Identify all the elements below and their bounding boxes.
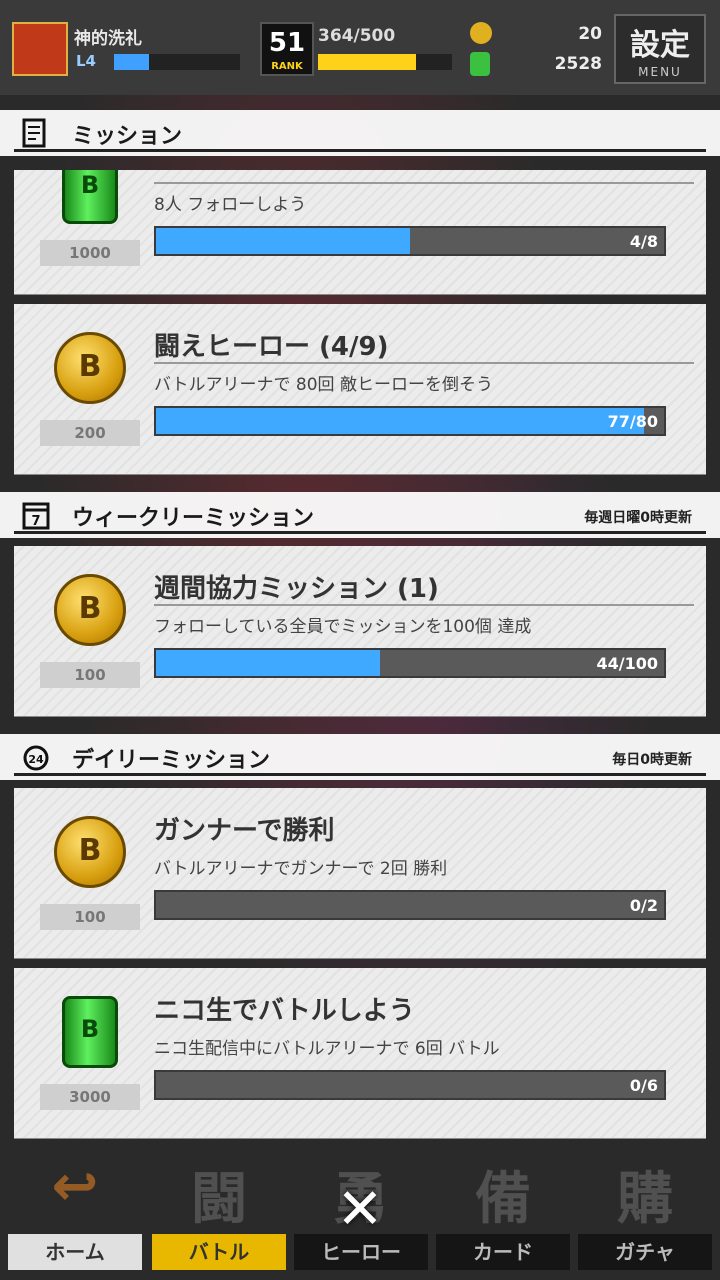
can-icon — [470, 52, 490, 76]
title-underline — [154, 604, 694, 606]
svg-text:24: 24 — [28, 753, 44, 766]
menu-kanji: 設定 — [630, 28, 690, 63]
status-bar: 神的洗礼 L4 51 RANK 364/500 20 2528 設定 MENU — [0, 0, 720, 95]
coin-icon: B — [54, 574, 126, 646]
progress-text: 0/2 — [629, 896, 658, 915]
missions-header: ミッション — [0, 110, 720, 156]
coin-icon: B — [54, 816, 126, 888]
mission-title: 週間協力ミッション (1) — [154, 574, 439, 604]
home-icon: ↩ — [51, 1154, 99, 1219]
daily-title: デイリーミッション — [72, 748, 271, 773]
rank-badge: 51 RANK — [260, 22, 314, 76]
mission-list[interactable]: B 1000 8人 フォローしよう 4/8 B 200 闘えヒーロー (4/9)… — [0, 170, 720, 1140]
stamina-text: 364/500 — [318, 26, 396, 46]
mission-description: フォローしている全員でミッションを100個 達成 — [154, 617, 532, 637]
progress-bar: 77/80 — [154, 406, 666, 436]
progress-bar: 4/8 — [154, 226, 666, 256]
document-icon — [22, 118, 46, 148]
mission-title: ニコ生でバトルしよう — [154, 996, 415, 1026]
reward-amount: 1000 — [40, 240, 140, 266]
mission-description: バトルアリーナで 80回 敵ヒーローを倒そう — [154, 375, 493, 395]
can-icon: B — [54, 170, 126, 224]
exp-bar — [114, 54, 240, 70]
rank-label: RANK — [271, 61, 303, 72]
player-level: L4 — [76, 52, 96, 70]
weekly-title: ウィークリーミッション — [72, 506, 315, 531]
mission-card[interactable]: B 100 週間協力ミッション (1) フォローしている全員でミッションを100… — [14, 546, 706, 716]
player-name: 神的洗礼 — [74, 29, 142, 49]
coin-icon — [470, 22, 492, 44]
avatar[interactable] — [12, 22, 68, 76]
divider — [14, 773, 706, 776]
coin-count: 20 — [578, 24, 602, 44]
mission-card[interactable]: B 200 闘えヒーロー (4/9) バトルアリーナで 80回 敵ヒーローを倒そ… — [14, 304, 706, 474]
mission-description: バトルアリーナでガンナーで 2回 勝利 — [154, 859, 448, 879]
svg-text:7: 7 — [31, 514, 40, 529]
mission-description: 8人 フォローしよう — [154, 195, 307, 215]
reward-amount: 200 — [40, 420, 140, 446]
rank-number: 51 — [268, 28, 306, 58]
nav-gacha[interactable]: 購 ガチャ — [574, 1148, 716, 1274]
progress-bar: 44/100 — [154, 648, 666, 678]
daily-reset-note: 毎日0時更新 — [612, 752, 692, 768]
progress-text: 77/80 — [607, 412, 658, 431]
progress-text: 44/100 — [596, 654, 658, 673]
mission-card[interactable]: B 100 ガンナーで勝利 バトルアリーナでガンナーで 2回 勝利 0/2 — [14, 788, 706, 958]
progress-fill — [156, 228, 410, 254]
calendar-icon: 7 — [22, 502, 50, 530]
title-underline — [154, 182, 694, 184]
nav-label: ガチャ — [578, 1234, 712, 1270]
progress-text: 4/8 — [629, 232, 658, 251]
daily-header: 24 デイリーミッション 毎日0時更新 — [0, 734, 720, 780]
reward-amount: 100 — [40, 904, 140, 930]
mission-card[interactable]: B 3000 ニコ生でバトルしよう ニコ生配信中にバトルアリーナで 6回 バトル… — [14, 968, 706, 1138]
missions-title: ミッション — [72, 124, 183, 149]
coin-icon: B — [54, 332, 126, 404]
progress-fill — [156, 408, 644, 434]
menu-label: MENU — [638, 65, 682, 79]
mission-card[interactable]: B 1000 8人 フォローしよう 4/8 — [14, 170, 706, 294]
gacha-icon: 購 — [617, 1167, 673, 1232]
weekly-header: 7 ウィークリーミッション 毎週日曜0時更新 — [0, 492, 720, 538]
progress-text: 0/6 — [629, 1076, 658, 1095]
nav-label: バトル — [152, 1234, 286, 1270]
mission-title: 闘えヒーロー (4/9) — [154, 332, 389, 362]
title-underline — [154, 362, 694, 364]
can-count: 2528 — [554, 54, 602, 74]
progress-fill — [156, 650, 380, 676]
divider — [14, 531, 706, 534]
nav-label: ホーム — [8, 1234, 142, 1270]
reward-amount: 3000 — [40, 1084, 140, 1110]
menu-button[interactable]: 設定 MENU — [614, 14, 706, 84]
divider — [14, 149, 706, 152]
mission-title: ガンナーで勝利 — [154, 816, 335, 846]
reward-amount: 100 — [40, 662, 140, 688]
mission-description: ニコ生配信中にバトルアリーナで 6回 バトル — [154, 1039, 500, 1059]
nav-battle[interactable]: 闘 バトル — [148, 1148, 290, 1274]
can-icon: B — [54, 996, 126, 1068]
weekly-reset-note: 毎週日曜0時更新 — [584, 510, 692, 526]
progress-bar: 0/6 — [154, 1070, 666, 1100]
nav-home[interactable]: ↩ ホーム — [4, 1148, 146, 1274]
nav-label: カード — [436, 1234, 570, 1270]
card-icon: 備 — [475, 1167, 531, 1232]
nav-card[interactable]: 備 カード — [432, 1148, 574, 1274]
clock-24-icon: 24 — [23, 745, 49, 771]
close-button[interactable]: ✕ — [330, 1180, 390, 1240]
progress-bar: 0/2 — [154, 890, 666, 920]
battle-icon: 闘 — [191, 1167, 247, 1232]
stamina-bar — [318, 54, 452, 70]
